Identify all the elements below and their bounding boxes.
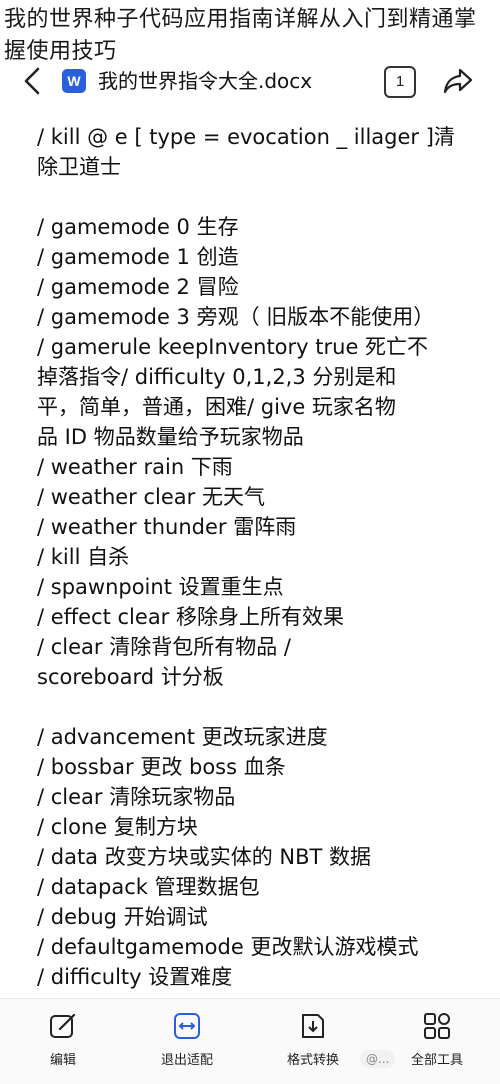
- document-line: / clone 复制方块: [37, 815, 198, 839]
- page-count-button[interactable]: 1: [384, 66, 416, 98]
- bottom-toolbar: 编辑 退出适配 格式转换 全部工具: [0, 998, 500, 1084]
- document-line: scoreboard 计分板: [37, 665, 224, 689]
- watermark: @...: [360, 1050, 396, 1068]
- document-line: / kill 自杀: [37, 545, 130, 569]
- document-line: 除卫道士: [37, 155, 121, 179]
- grid-icon: [424, 1013, 450, 1039]
- document-line: / kill @ e [ type = evocation _ illager …: [37, 125, 455, 149]
- overlay-title: 我的世界种子代码应用指南详解从入门到精通掌握使用技巧: [4, 7, 477, 64]
- all-tools-label: 全部工具: [410, 1053, 463, 1068]
- edit-icon: [50, 1013, 76, 1038]
- document-line: / weather clear 无天气: [37, 485, 265, 509]
- exit-fit-label: 退出适配: [160, 1053, 213, 1068]
- document-title: 我的世界指令大全.docx: [98, 69, 313, 93]
- share-button[interactable]: [442, 66, 474, 96]
- format-convert-button[interactable]: 格式转换: [268, 1011, 358, 1068]
- back-arrow-icon: [24, 67, 40, 95]
- document-line: 平，简单，普通，困难/ give 玩家名物: [37, 395, 396, 419]
- back-button[interactable]: [18, 66, 48, 96]
- document-line: 品 ID 物品数量给予玩家物品: [37, 425, 304, 449]
- document-line: / gamemode 0 生存: [37, 215, 239, 239]
- document-line: / clear 清除背包所有物品 /: [37, 635, 291, 659]
- document-line: / gamemode 1 创造: [37, 245, 239, 269]
- exit-fit-button[interactable]: 退出适配: [142, 1011, 232, 1068]
- share-icon: [443, 68, 473, 94]
- document-line: / effect clear 移除身上所有效果: [37, 605, 344, 629]
- document-line: / defaultgamemode 更改默认游戏模式: [37, 935, 419, 959]
- document-line: / gamerule keepInventory true 死亡不: [37, 335, 429, 359]
- edit-button[interactable]: 编辑: [18, 1011, 108, 1068]
- document-line: / datapack 管理数据包: [37, 875, 260, 899]
- document-line: / weather rain 下雨: [37, 455, 233, 479]
- document-line: / difficulty 设置难度: [37, 965, 233, 989]
- exit-fit-icon: [174, 1013, 200, 1039]
- edit-label: 编辑: [49, 1053, 76, 1068]
- document-line: / clear 清除玩家物品: [37, 785, 236, 809]
- document-line: / gamemode 2 冒险: [37, 275, 239, 299]
- word-doc-icon: W: [62, 69, 86, 93]
- document-line: / bossbar 更改 boss 血条: [37, 755, 286, 779]
- document-line: / debug 开始调试: [37, 905, 208, 929]
- document-line: / data 改变方块或实体的 NBT 数据: [37, 845, 372, 869]
- all-tools-button[interactable]: 全部工具: [392, 1011, 482, 1068]
- document-line: / advancement 更改玩家进度: [37, 725, 328, 749]
- document-line: / spawnpoint 设置重生点: [37, 575, 284, 599]
- document-line: 掉落指令/ difficulty 0,1,2,3 分别是和: [37, 365, 397, 389]
- document-line: / gamemode 3 旁观（ 旧版本不能使用）: [37, 305, 435, 329]
- format-convert-label: 格式转换: [286, 1053, 339, 1068]
- document-body: / kill @ e [ type = evocation _ illager …: [37, 122, 467, 998]
- format-convert-icon: [302, 1014, 324, 1038]
- document-line: / weather thunder 雷阵雨: [37, 515, 297, 539]
